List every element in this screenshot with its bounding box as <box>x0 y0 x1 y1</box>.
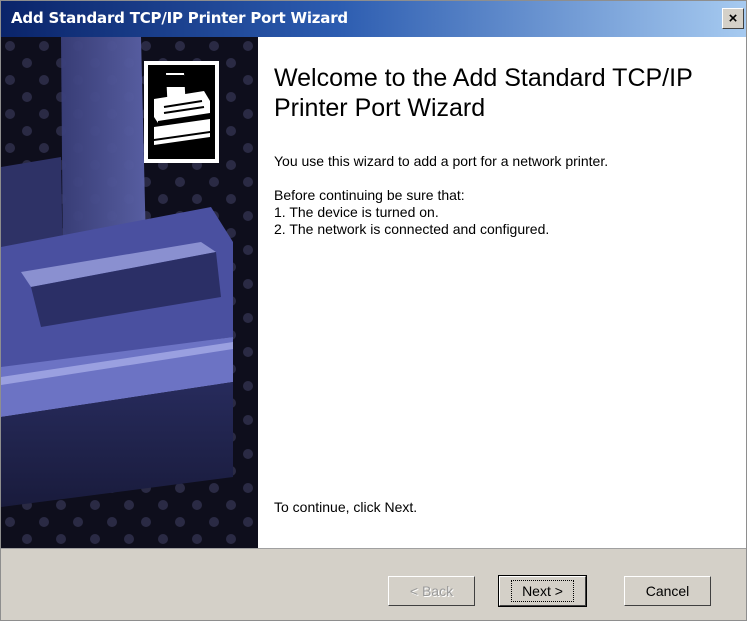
back-button-label: < Back <box>409 583 454 599</box>
next-button-label: Next > <box>511 580 574 602</box>
close-icon: × <box>728 10 738 27</box>
banner-art <box>1 37 258 548</box>
printer-icon <box>144 61 219 163</box>
cancel-button-label: Cancel <box>645 583 690 599</box>
checklist-item: 1. The device is turned on. <box>274 204 439 220</box>
prerequisite-label: Before continuing be sure that: <box>274 187 465 203</box>
close-button[interactable]: × <box>722 8 744 29</box>
back-button[interactable]: < Back <box>388 576 475 606</box>
intro-text: You use this wizard to add a port for a … <box>274 153 609 169</box>
wizard-window: Add Standard TCP/IP Printer Port Wizard … <box>0 0 747 621</box>
next-button[interactable]: Next > <box>498 575 587 607</box>
continue-hint: To continue, click Next. <box>274 499 418 515</box>
window-title: Add Standard TCP/IP Printer Port Wizard <box>11 9 348 27</box>
title-bar[interactable]: Add Standard TCP/IP Printer Port Wizard … <box>1 1 746 37</box>
wizard-banner <box>1 37 258 548</box>
wizard-content: Welcome to the Add Standard TCP/IP Print… <box>258 37 746 548</box>
page-title: Welcome to the Add Standard TCP/IP Print… <box>274 64 693 122</box>
button-bar: < Back Next > Cancel <box>1 548 746 620</box>
checklist-item: 2. The network is connected and configur… <box>274 221 550 237</box>
cancel-button[interactable]: Cancel <box>624 576 711 606</box>
